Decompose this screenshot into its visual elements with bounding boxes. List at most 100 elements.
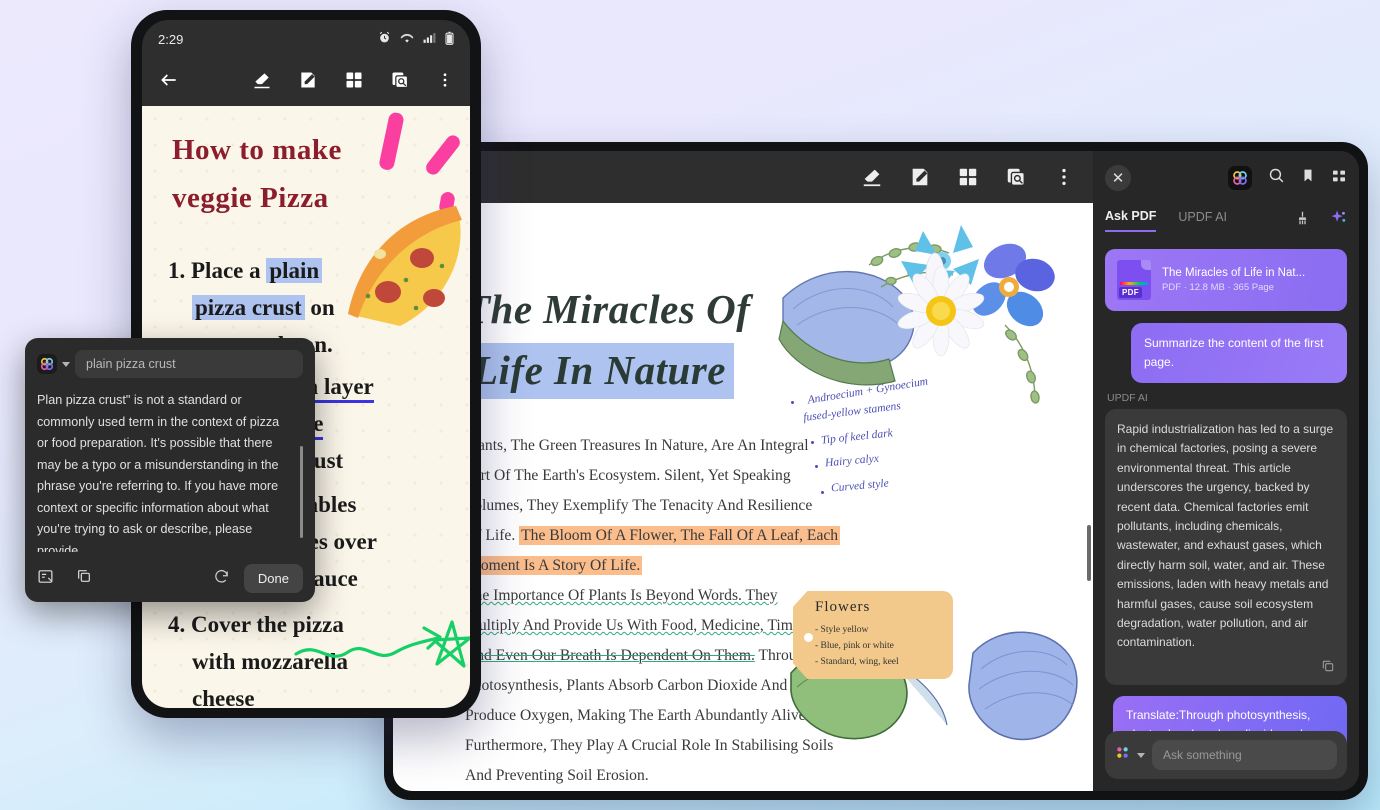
ask-something-input[interactable] (1152, 740, 1337, 770)
ai-explain-popup: Plan pizza crust" is not a standard or c… (25, 338, 315, 602)
popup-answer-body: Plan pizza crust" is not a standard or c… (37, 393, 280, 552)
ai-response-text: Rapid industrialization has led to a sur… (1117, 422, 1334, 650)
phone-toolbar (142, 58, 470, 106)
tablet-device: The Miracles Of Life In Nature Plants, T… (384, 142, 1368, 800)
updf-logo-icon[interactable] (1228, 166, 1252, 190)
popup-footer: Done (37, 564, 303, 593)
pdf-file-meta: PDF · 12.8 MB · 365 Page (1162, 282, 1274, 293)
pdf-card-text: The Miracles of Life in Nat... PDF · 12.… (1162, 267, 1305, 293)
step1-suffix: on (304, 295, 335, 320)
signal-icon (423, 32, 436, 47)
strikethrough-text: And Even Our Breath Is Dependent On Them… (465, 647, 755, 664)
botanical-illustration-area: Androecium + Gynoecium fused-yellow stam… (773, 203, 1093, 791)
insert-note-icon[interactable] (37, 568, 54, 590)
pdf-fold-corner (1141, 260, 1151, 270)
pages-search-icon[interactable] (1005, 166, 1027, 188)
phone-status-bar: 2:29 (142, 20, 470, 58)
ai-response-bubble: Rapid industrialization has led to a sur… (1105, 409, 1347, 686)
squiggle-underline-text: The Importance Of Plants Is Beyond Words… (465, 587, 778, 604)
tag-hole (804, 633, 813, 642)
recipe-step1-line2: pizza crust on (192, 289, 335, 326)
grid-icon[interactable] (344, 70, 364, 95)
handwriting-bullet (815, 465, 818, 468)
popup-scrollbar[interactable] (300, 446, 303, 538)
ai-panel-tabs: Ask PDF UPDF AI (1105, 201, 1347, 239)
document-scrollbar[interactable] (1087, 525, 1091, 581)
back-arrow-icon[interactable] (158, 70, 180, 95)
tag-item-text: Standard, wing, keel (820, 657, 899, 667)
document-title-line2: Life In Nature (465, 343, 734, 399)
eraser-icon[interactable] (252, 70, 272, 95)
tag-list-item: - Standard, wing, keel (815, 657, 899, 667)
tag-title: Flowers (815, 599, 871, 615)
status-icons (378, 31, 454, 48)
pdf-color-stripe (1120, 282, 1148, 285)
popup-answer-text: Plan pizza crust" is not a standard or c… (37, 390, 303, 552)
bookmark-icon[interactable] (1301, 167, 1315, 189)
copy-icon[interactable] (76, 568, 92, 589)
handwriting-bullet (791, 401, 794, 404)
ai-sender-label: UPDF AI (1107, 392, 1148, 404)
tag-item-text: Style yellow (820, 625, 869, 635)
tablet-screen: The Miracles Of Life In Nature Plants, T… (393, 151, 1359, 791)
more-vertical-icon[interactable] (1053, 166, 1075, 188)
tab-ask-pdf[interactable]: Ask PDF (1105, 209, 1157, 232)
ai-tab-actions (1295, 209, 1347, 231)
regenerate-icon[interactable] (213, 568, 230, 590)
flowers-tag-note: Flowers - Style yellow - Blue, pink or w… (793, 591, 953, 679)
step1-prefix: 1. Place a (168, 258, 267, 283)
more-vertical-icon[interactable] (436, 70, 454, 95)
note-edit-icon[interactable] (909, 166, 931, 188)
battery-icon (445, 31, 454, 48)
pages-search-icon[interactable] (390, 70, 410, 95)
handwriting-bullet (811, 441, 814, 444)
popup-footer-actions: Done (213, 564, 303, 593)
tag-list-item: - Style yellow (815, 625, 869, 635)
broom-clear-icon[interactable] (1295, 210, 1310, 231)
status-time: 2:29 (158, 31, 184, 47)
recipe-step1-line1: 1. Place a plain (168, 252, 335, 289)
phone-toolbar-icons (252, 70, 454, 95)
tag-item-text: Blue, pink or white (820, 641, 894, 651)
grid-apps-icon[interactable] (1331, 168, 1347, 189)
sparkle-ai-icon[interactable] (1330, 209, 1347, 231)
chevron-down-icon[interactable] (62, 361, 70, 367)
grid-icon[interactable] (957, 166, 979, 188)
tab-updf-ai[interactable]: UPDF AI (1178, 210, 1227, 231)
search-term-input[interactable] (75, 350, 303, 378)
ai-panel-header: ✕ (1105, 161, 1347, 195)
tag-list-item: - Blue, pink or white (815, 641, 894, 651)
alarm-icon (378, 31, 391, 47)
eraser-icon[interactable] (861, 166, 883, 188)
chevron-down-icon[interactable] (1137, 752, 1145, 758)
model-picker-icon[interactable] (1115, 745, 1130, 765)
pdf-file-name: The Miracles of Life in Nat... (1162, 267, 1306, 279)
done-button[interactable]: Done (243, 564, 303, 593)
botanical-artwork-svg (778, 225, 1078, 741)
popup-header (37, 350, 303, 378)
squiggle-underline-text: Multiply And Provide Us With Food, Medic… (465, 617, 817, 634)
user-message-bubble: Summarize the content of the first page. (1131, 323, 1347, 383)
updf-logo-icon[interactable] (37, 354, 57, 374)
wifi-icon (400, 32, 414, 47)
document-title-line1: The Miracles Of (465, 286, 751, 332)
blue-highlight: plain (266, 258, 323, 283)
pdf-badge: PDF (1119, 287, 1142, 298)
search-icon[interactable] (1268, 167, 1285, 189)
close-icon[interactable]: ✕ (1105, 165, 1131, 191)
tablet-document-page[interactable]: The Miracles Of Life In Nature Plants, T… (393, 203, 1093, 791)
ai-sidebar-panel: ✕ Ask PDF UPDF AI PDF The Miracles of Li… (1093, 151, 1359, 791)
ai-response-actions (1117, 653, 1335, 679)
blue-highlight: pizza crust (192, 295, 305, 320)
recipe-title-line2: veggie Pizza (172, 182, 329, 215)
pdf-thumbnail-icon: PDF (1117, 260, 1151, 300)
tablet-reader-pane: The Miracles Of Life In Nature Plants, T… (393, 151, 1093, 791)
pizza-slice-illustration (348, 206, 462, 326)
note-edit-icon[interactable] (298, 70, 318, 95)
recipe-title-text2: veggie Pizza (172, 182, 329, 214)
pdf-document-card[interactable]: PDF The Miracles of Life in Nat... PDF ·… (1105, 249, 1347, 311)
copy-icon[interactable] (1321, 659, 1335, 679)
tablet-toolbar (393, 151, 1093, 203)
handwriting-bullet (821, 491, 824, 494)
green-arrow-star-annotation (294, 620, 470, 668)
